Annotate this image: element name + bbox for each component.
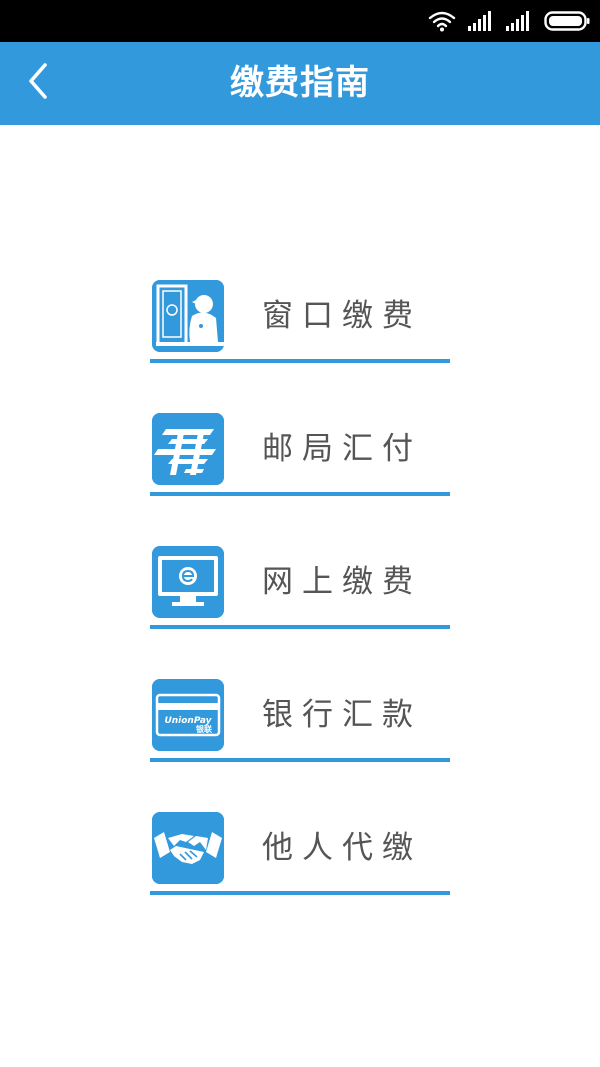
signal-icon	[506, 11, 532, 31]
menu-item-post-remittance[interactable]: 邮局汇付	[150, 413, 450, 546]
menu-label-post-remittance: 邮局汇付	[262, 431, 422, 467]
handshake-icon	[152, 812, 224, 884]
divider	[150, 891, 450, 895]
unionpay-card-icon: UnionPay 银联	[152, 679, 224, 751]
signal-icon	[468, 11, 494, 31]
menu-item-bank-remittance[interactable]: UnionPay 银联 银行汇款	[150, 679, 450, 812]
back-button[interactable]	[18, 60, 58, 106]
menu-label-bank-remittance: 银行汇款	[262, 697, 422, 733]
divider	[150, 492, 450, 496]
wifi-icon	[428, 10, 456, 32]
status-icons	[428, 9, 590, 33]
app-bar: 缴费指南	[0, 42, 600, 125]
payment-method-list: 窗口缴费 邮局汇付 网上缴费 UnionPay 银联 银行汇款 他人代缴	[150, 280, 450, 945]
menu-item-proxy-payment[interactable]: 他人代缴	[150, 812, 450, 945]
china-post-icon	[152, 413, 224, 485]
chevron-left-icon	[27, 63, 49, 103]
unionpay-logo-text: 银联	[195, 724, 212, 734]
menu-item-window-payment[interactable]: 窗口缴费	[150, 280, 450, 413]
menu-item-online-payment[interactable]: 网上缴费	[150, 546, 450, 679]
menu-label-online-payment: 网上缴费	[262, 564, 422, 600]
page-title: 缴费指南	[230, 63, 370, 103]
divider	[150, 758, 450, 762]
battery-icon	[544, 11, 590, 31]
status-bar	[0, 0, 600, 42]
divider	[150, 359, 450, 363]
divider	[150, 625, 450, 629]
menu-label-proxy-payment: 他人代缴	[262, 830, 422, 866]
computer-monitor-icon	[152, 546, 224, 618]
menu-label-window-payment: 窗口缴费	[262, 298, 422, 334]
service-window-icon	[152, 280, 224, 352]
